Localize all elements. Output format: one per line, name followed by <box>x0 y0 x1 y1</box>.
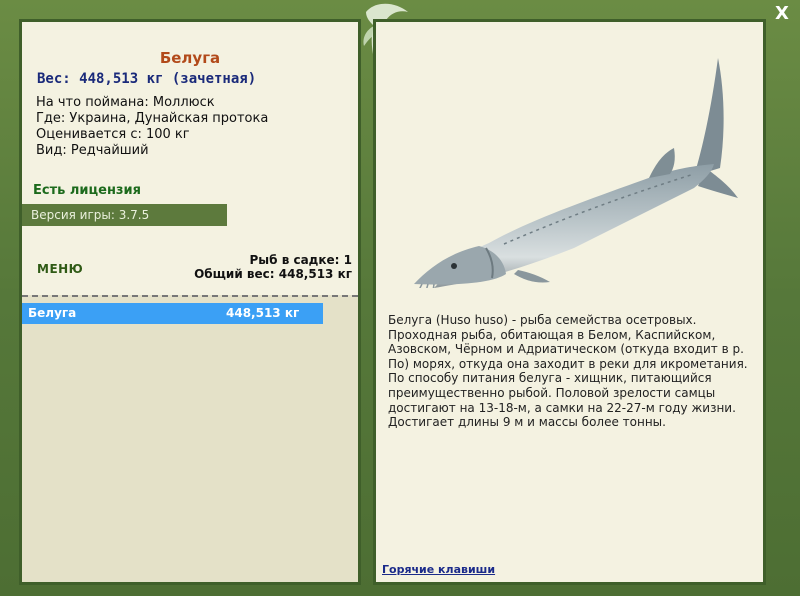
catch-row-weight: 448,513 кг <box>226 306 300 320</box>
cage-summary: Рыб в садке: 1 Общий вес: 448,513 кг <box>194 253 352 281</box>
fish-name-title: Белуга <box>159 49 221 67</box>
valued-from-label: Оценивается с: 100 кг <box>36 127 190 142</box>
game-version: Версия игры: 3.7.5 <box>22 204 227 226</box>
menu-button[interactable]: МЕНЮ <box>37 262 83 276</box>
game-window-frame: X Белуга Вес: 448,513 кг (зачетная) На ч… <box>0 0 800 596</box>
catch-list-row[interactable]: Белуга 448,513 кг <box>22 303 323 324</box>
catch-list: Белуга 448,513 кг <box>22 295 358 582</box>
section-divider <box>22 295 358 297</box>
close-button[interactable]: X <box>772 4 792 24</box>
fish-detail-panel: Белуга (Huso huso) - рыба семейства осет… <box>373 19 766 585</box>
caught-on-label: На что поймана: Моллюск <box>36 95 215 110</box>
catch-row-name: Белуга <box>28 306 77 320</box>
fish-description: Белуга (Huso huso) - рыба семейства осет… <box>388 313 748 430</box>
fish-detail-inner: Белуга (Huso huso) - рыба семейства осет… <box>376 22 763 582</box>
fish-count: Рыб в садке: 1 <box>249 253 353 267</box>
hotkeys-link[interactable]: Горячие клавиши <box>382 563 495 576</box>
catch-info-panel: Белуга Вес: 448,513 кг (зачетная) На что… <box>19 19 361 585</box>
species-label: Вид: Редчайший <box>36 143 149 158</box>
location-label: Где: Украина, Дунайская протока <box>36 111 269 126</box>
beluga-fish-image <box>414 58 738 288</box>
total-weight: Общий вес: 448,513 кг <box>194 267 352 281</box>
license-status: Есть лицензия <box>33 183 141 198</box>
fish-weight: Вес: 448,513 кг (зачетная) <box>37 71 257 87</box>
catch-info-inner: Белуга Вес: 448,513 кг (зачетная) На что… <box>22 22 358 582</box>
